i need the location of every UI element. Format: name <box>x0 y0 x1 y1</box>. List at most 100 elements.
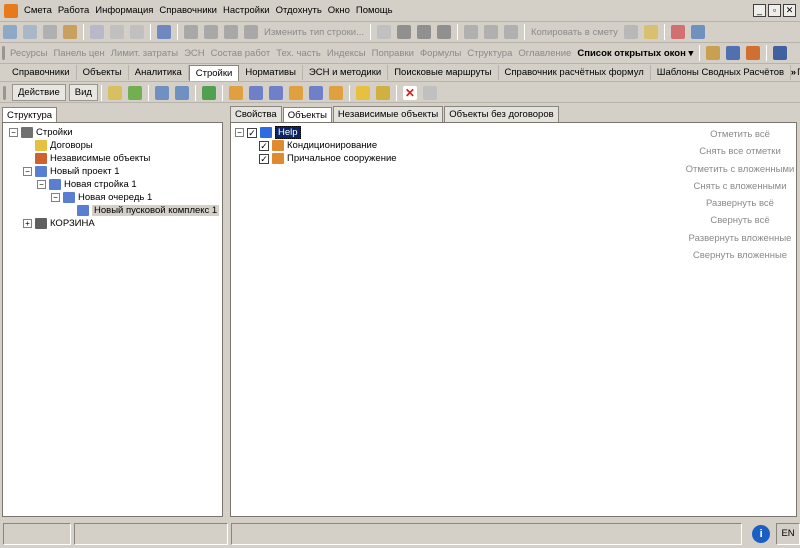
paste-rows-icon[interactable] <box>204 25 218 39</box>
object-node[interactable]: ✓ Кондиционирование <box>259 139 377 152</box>
books-icon[interactable] <box>670 25 685 39</box>
tree-node[interactable]: − Новая стройка 1 <box>37 178 137 191</box>
crane-icon[interactable] <box>706 46 721 60</box>
expand-toggle-icon[interactable]: − <box>9 128 18 137</box>
copy-rows-icon[interactable] <box>184 25 198 39</box>
tab-structure[interactable]: Структура <box>2 107 58 123</box>
move-icon[interactable] <box>436 25 451 39</box>
collapse-nested-button[interactable]: Свернуть вложенные <box>684 247 796 264</box>
truck-icon[interactable] <box>726 46 741 60</box>
btn-esn[interactable]: ЭСН <box>181 48 208 59</box>
folder-add-icon[interactable] <box>127 85 142 100</box>
more-tabs-chevron-icon[interactable]: » <box>791 67 796 78</box>
node-checkbox[interactable]: ✓ <box>247 127 257 138</box>
insert-icon[interactable] <box>23 25 37 39</box>
uncheck-with-nested-button[interactable]: Снять с вложенными <box>684 178 796 195</box>
refresh-icon[interactable] <box>110 25 124 39</box>
action-menu-button[interactable]: Действие <box>12 84 66 101</box>
undo-icon[interactable] <box>130 25 144 39</box>
new-stage-icon[interactable] <box>268 85 283 100</box>
export-icon[interactable] <box>154 85 169 100</box>
btn-contents[interactable]: Оглавление <box>515 48 574 59</box>
delete-icon[interactable] <box>376 25 391 39</box>
restore-button[interactable]: ▫ <box>768 4 781 17</box>
btn-price-panel[interactable]: Панель цен <box>50 48 107 59</box>
expand-toggle-icon[interactable]: − <box>37 180 46 189</box>
object-node[interactable]: − ✓ Help <box>235 126 301 139</box>
tree-node[interactable]: Новый пусковой комплекс 1 <box>65 204 220 217</box>
group-icon[interactable] <box>396 25 411 39</box>
menu-smeta[interactable]: Смета <box>21 5 55 16</box>
tree-node[interactable]: Независимые объекты <box>23 152 150 165</box>
open-windows-dropdown[interactable]: Список открытых окон ▾ <box>574 48 696 59</box>
btn-resources[interactable]: Ресурсы <box>7 48 50 59</box>
node-checkbox[interactable]: ✓ <box>259 140 269 151</box>
language-indicator[interactable]: EN <box>776 522 800 545</box>
info-icon[interactable]: i <box>752 524 771 543</box>
tab-independent-objects[interactable]: Независимые объекты <box>332 106 444 122</box>
new-complex-icon[interactable] <box>288 85 303 100</box>
import-icon[interactable] <box>174 85 189 100</box>
menu-rest[interactable]: Отдохнуть <box>273 5 325 16</box>
tab-norms[interactable]: Нормативы <box>239 65 303 80</box>
menu-info[interactable]: Информация <box>92 5 156 16</box>
tab-summary-templates[interactable]: Шаблоны Сводных Расчётов <box>651 65 792 80</box>
clipboard2-icon[interactable] <box>643 25 658 39</box>
expand-toggle-icon[interactable]: − <box>235 128 244 137</box>
minimize-button[interactable]: _ <box>753 4 766 17</box>
tree-icon[interactable] <box>416 25 431 39</box>
question-icon[interactable] <box>157 25 171 39</box>
expand-toggle-icon[interactable]: − <box>23 167 32 176</box>
menu-work[interactable]: Работа <box>55 5 92 16</box>
btn-formulas[interactable]: Формулы <box>417 48 464 59</box>
tab-search-routes[interactable]: Поисковые маршруты <box>388 65 499 80</box>
btn-tech-part[interactable]: Тех. часть <box>273 48 324 59</box>
tree-node[interactable]: + КОРЗИНА <box>23 217 95 230</box>
add-icon[interactable] <box>3 25 17 39</box>
view-menu-button[interactable]: Вид <box>68 84 98 101</box>
paste-icon[interactable] <box>503 25 518 39</box>
check-with-nested-button[interactable]: Отметить с вложенными <box>684 161 796 178</box>
node-checkbox[interactable]: ✓ <box>259 153 269 164</box>
tab-objects-without-contracts[interactable]: Объекты без договоров <box>444 106 559 122</box>
menu-window[interactable]: Окно <box>325 5 353 16</box>
btn-indexes[interactable]: Индексы <box>324 48 369 59</box>
tab-analytics[interactable]: Аналитика <box>129 65 189 80</box>
collapse-all-button[interactable]: Свернуть всё <box>684 212 796 229</box>
copy-to-estimate-button[interactable]: Копировать в смету <box>528 27 621 38</box>
btn-work-composition[interactable]: Состав работ <box>208 48 274 59</box>
car-icon[interactable] <box>773 46 788 60</box>
tree-node[interactable]: − Стройки <box>9 126 73 139</box>
recycle-icon[interactable] <box>422 85 437 100</box>
tree-node[interactable]: − Новый проект 1 <box>23 165 120 178</box>
expand-nested-button[interactable]: Развернуть вложенные <box>684 230 796 247</box>
tree-node[interactable]: Договоры <box>23 139 93 152</box>
folder-special-icon[interactable] <box>375 85 390 100</box>
btn-corrections[interactable]: Поправки <box>369 48 417 59</box>
copy-icon[interactable] <box>483 25 498 39</box>
folder-icon[interactable] <box>355 85 370 100</box>
search-icon[interactable] <box>63 25 77 39</box>
tab-objects-list[interactable]: Объекты <box>282 107 332 123</box>
cut-icon[interactable] <box>463 25 478 39</box>
delete-icon[interactable]: ✕ <box>402 85 417 100</box>
window-icon[interactable] <box>43 25 57 39</box>
check-all-button[interactable]: Отметить всё <box>684 126 796 143</box>
new-estimate-icon[interactable] <box>328 85 343 100</box>
btn-limit-costs[interactable]: Лимит. затраты <box>108 48 181 59</box>
tab-formula-reference[interactable]: Справочник расчётных формул <box>499 65 651 80</box>
new-construction-icon[interactable] <box>248 85 263 100</box>
tab-reference[interactable]: Справочники <box>6 65 77 80</box>
new-object-icon[interactable] <box>308 85 323 100</box>
refresh-icon[interactable] <box>201 85 216 100</box>
tab-properties[interactable]: Свойства <box>230 106 282 122</box>
menu-settings[interactable]: Настройки <box>220 5 273 16</box>
comment-icon[interactable] <box>224 25 238 39</box>
menu-reference[interactable]: Справочники <box>156 5 220 16</box>
tab-objects[interactable]: Объекты <box>77 65 129 80</box>
books2-icon[interactable] <box>690 25 705 39</box>
tree-node[interactable]: − Новая очередь 1 <box>51 191 152 204</box>
tab-esn-methods[interactable]: ЭСН и методики <box>303 65 389 80</box>
object-node[interactable]: ✓ Причальное сооружение <box>259 152 397 165</box>
new-project-icon[interactable] <box>228 85 243 100</box>
